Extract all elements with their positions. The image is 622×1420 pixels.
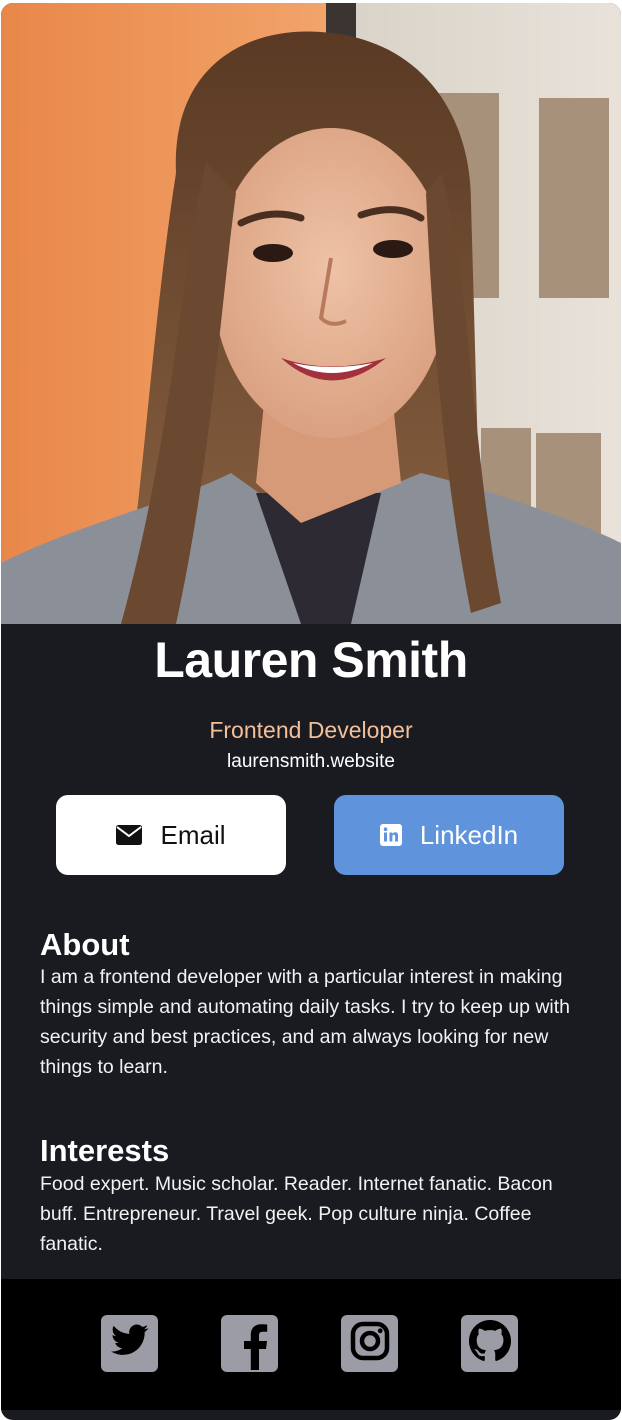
profile-card: Lauren Smith Frontend Developer laurensm… [1,3,621,1420]
interests-heading: Interests [40,1133,170,1168]
footer [1,1279,621,1410]
interests-text: Food expert. Music scholar. Reader. Inte… [40,1173,553,1255]
profile-website[interactable]: laurensmith.website [1,751,621,773]
github-link[interactable] [461,1315,518,1372]
profile-photo [1,3,621,624]
facebook-icon [221,1313,278,1375]
profile-role: Frontend Developer [209,717,413,743]
linkedin-button-label: LinkedIn [419,819,519,850]
linkedin-button[interactable]: LinkedIn [334,795,564,875]
instagram-icon [350,1321,390,1366]
linkedin-icon [379,824,402,846]
about-text: I am a frontend developer with a particu… [40,966,571,1078]
github-icon [468,1320,511,1367]
twitter-icon [110,1324,150,1363]
profile-name: Lauren Smith [154,632,468,688]
about-heading: About [40,927,130,962]
twitter-link[interactable] [101,1315,158,1372]
email-button[interactable]: Email [56,795,286,875]
envelope-icon [116,825,143,845]
facebook-link[interactable] [221,1315,278,1372]
instagram-link[interactable] [341,1315,398,1372]
email-button-label: Email [160,819,226,850]
